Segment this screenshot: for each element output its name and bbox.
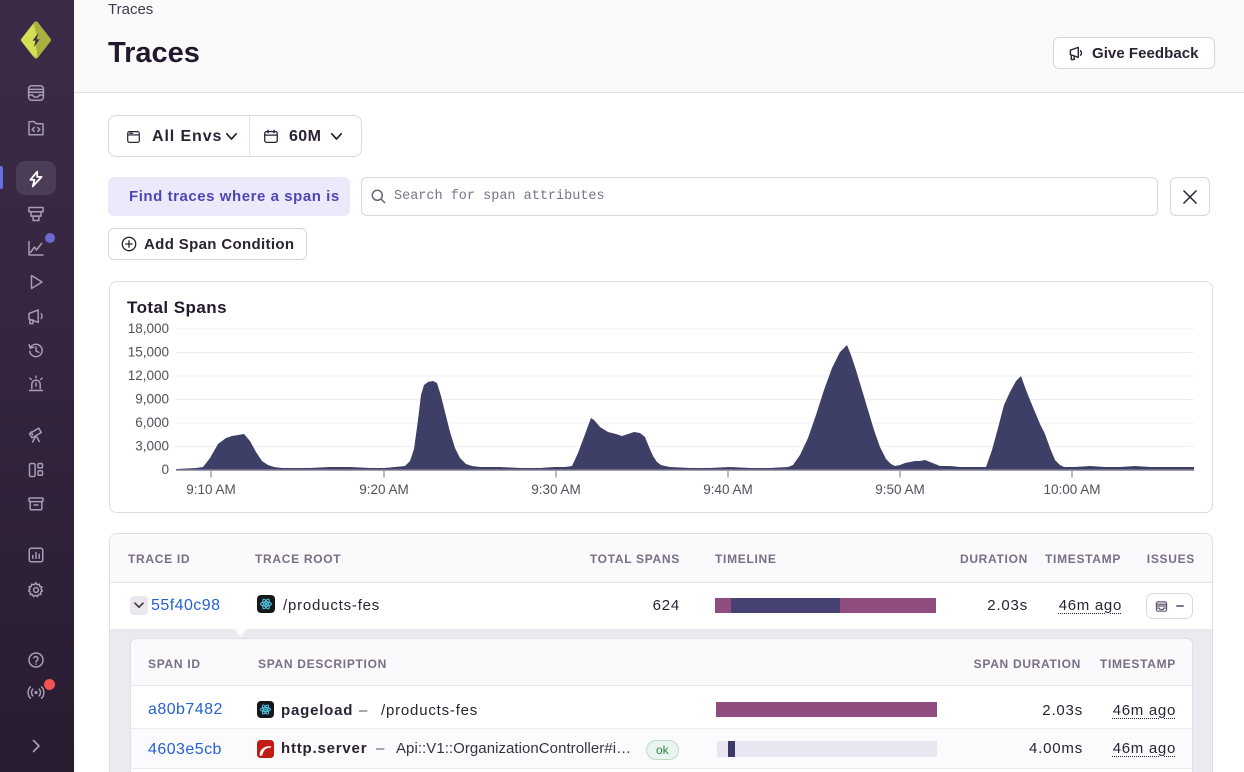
svg-text:9:40 AM: 9:40 AM <box>703 482 753 497</box>
svg-text:6,000: 6,000 <box>135 415 169 430</box>
svg-text:9:30 AM: 9:30 AM <box>531 482 581 497</box>
svg-text:0: 0 <box>161 462 169 477</box>
svg-text:15,000: 15,000 <box>128 345 169 360</box>
svg-text:9:20 AM: 9:20 AM <box>359 482 409 497</box>
svg-text:10:00 AM: 10:00 AM <box>1043 482 1100 497</box>
svg-text:9:50 AM: 9:50 AM <box>875 482 925 497</box>
svg-text:9,000: 9,000 <box>135 392 169 407</box>
svg-text:18,000: 18,000 <box>128 321 169 336</box>
svg-text:3,000: 3,000 <box>135 439 169 454</box>
svg-text:12,000: 12,000 <box>128 368 169 383</box>
svg-text:9:10 AM: 9:10 AM <box>186 482 236 497</box>
